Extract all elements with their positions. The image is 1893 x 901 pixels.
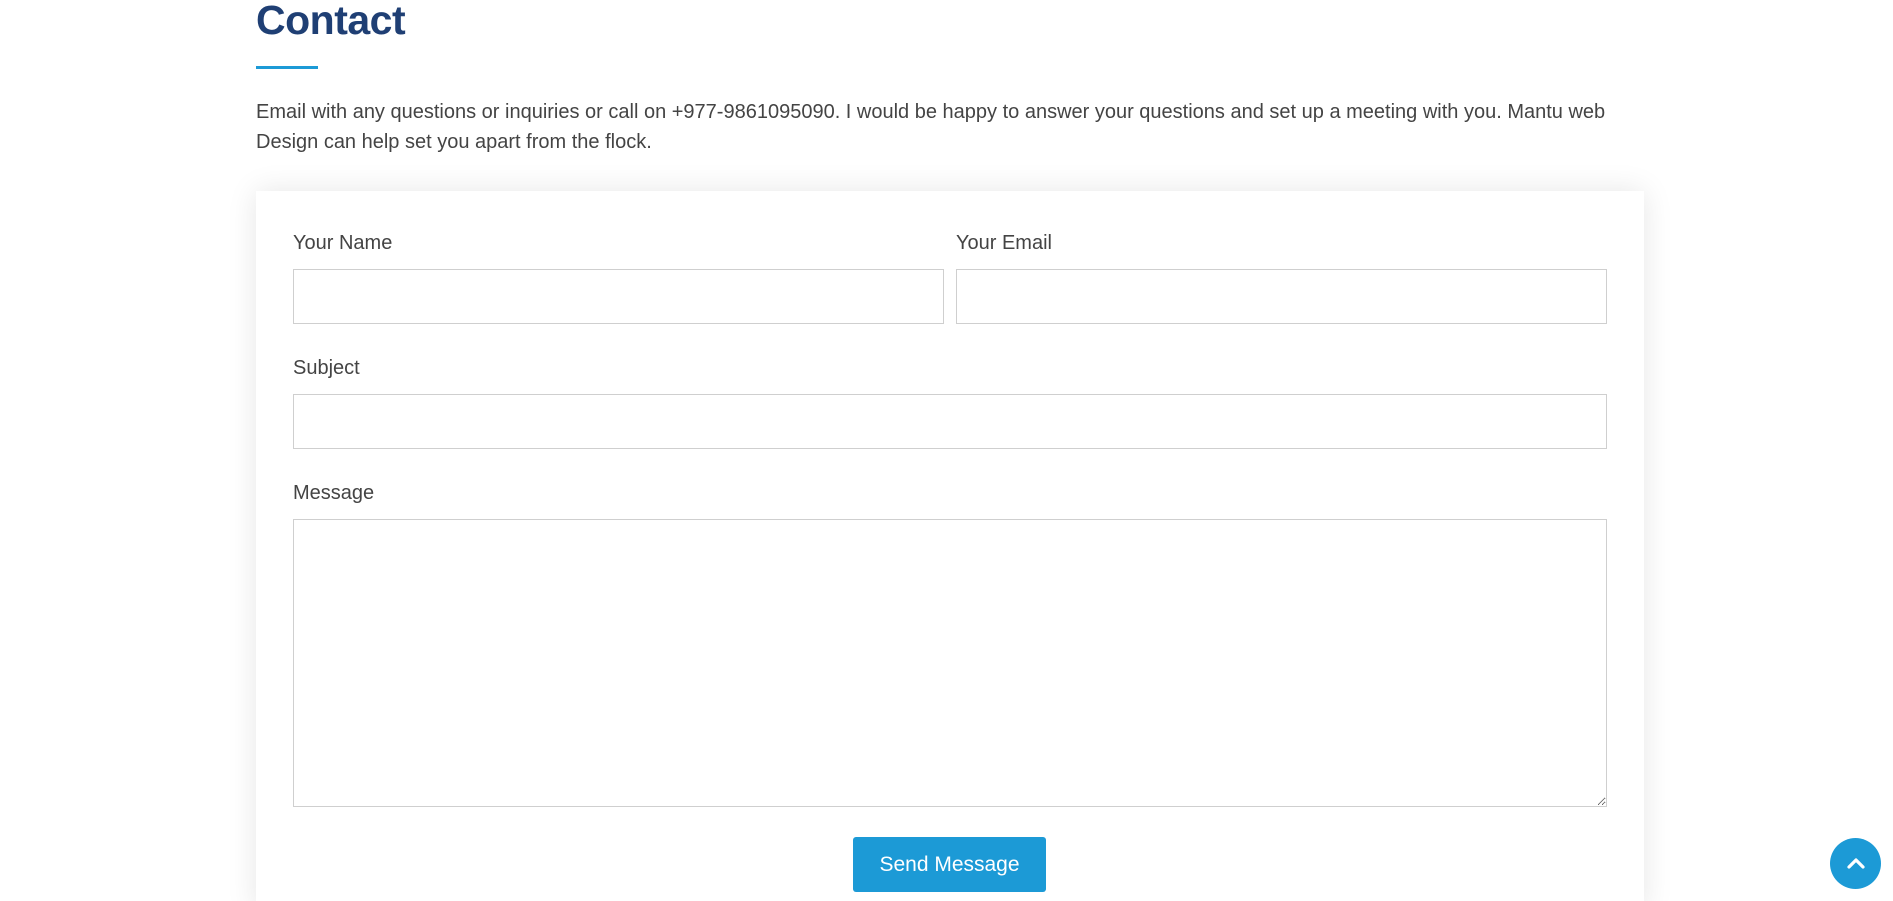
- name-label: Your Name: [293, 232, 393, 254]
- name-input[interactable]: [293, 269, 944, 324]
- message-textarea[interactable]: [293, 519, 1607, 807]
- chevron-up-icon: [1846, 857, 1865, 869]
- subject-input[interactable]: [293, 394, 1607, 449]
- intro-text: Email with any questions or inquiries or…: [256, 101, 1606, 153]
- email-input[interactable]: [956, 269, 1607, 324]
- back-to-top-button[interactable]: [1830, 838, 1881, 889]
- send-message-button[interactable]: Send Message: [853, 837, 1046, 892]
- contact-page: Contact Email with any questions or inqu…: [0, 0, 1893, 901]
- subject-label: Subject: [293, 357, 360, 379]
- email-label: Your Email: [956, 232, 1052, 254]
- contact-form: Your Name Your Email Subject Message Sen…: [256, 191, 1644, 901]
- message-label: Message: [293, 482, 375, 504]
- title-underline: [256, 66, 318, 69]
- contact-section: Contact Email with any questions or inqu…: [256, 0, 1644, 177]
- page-title: Contact: [256, 0, 406, 43]
